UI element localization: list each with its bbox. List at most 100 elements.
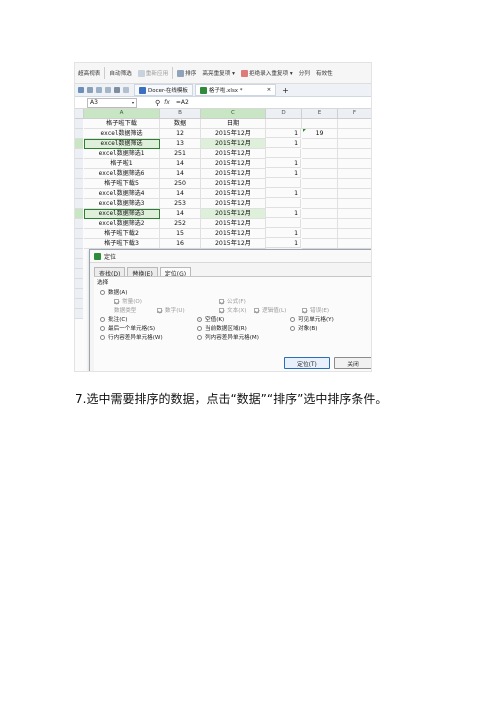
cell-a[interactable]: excel数据筛选2: [84, 219, 160, 229]
row-header[interactable]: [75, 189, 83, 199]
cell-d[interactable]: 1: [266, 139, 301, 148]
radio-object[interactable]: 对象(B): [290, 324, 317, 332]
cell-f[interactable]: [338, 179, 371, 189]
cell-e[interactable]: [302, 189, 338, 199]
row-header[interactable]: [75, 239, 83, 249]
header-cell-c[interactable]: 日期: [201, 119, 266, 129]
cell-c[interactable]: 2015年12月: [201, 209, 266, 219]
cell-a[interactable]: 格子啦下载2: [84, 229, 160, 239]
cell-b[interactable]: 16: [160, 239, 201, 249]
cell-b[interactable]: 12: [160, 129, 201, 139]
highlight-duplicates-button[interactable]: 高亮重复项 ▾: [199, 69, 238, 77]
tab-workbook[interactable]: 格子啦.xlsx * ×: [194, 84, 277, 96]
cell-e[interactable]: 19: [302, 129, 338, 139]
radio-last-cell[interactable]: 最后一个单元格(S): [100, 324, 155, 332]
copy-icon[interactable]: [105, 87, 111, 93]
column-header-f[interactable]: F: [338, 109, 371, 119]
cell-b[interactable]: 14: [160, 209, 201, 219]
check-error[interactable]: 错误(E): [302, 306, 329, 314]
row-header[interactable]: [75, 259, 83, 269]
cell-e[interactable]: [302, 179, 338, 189]
undo-icon[interactable]: [114, 87, 120, 93]
row-header[interactable]: [75, 269, 83, 279]
row-header[interactable]: [75, 249, 83, 259]
cell-c[interactable]: 2015年12月: [201, 219, 266, 229]
cell-f[interactable]: [338, 199, 371, 209]
row-header[interactable]: [75, 209, 83, 219]
row-header[interactable]: [75, 179, 83, 189]
cell-a[interactable]: 格子啦1: [84, 159, 160, 169]
sort-button[interactable]: 排序: [174, 69, 199, 77]
header-cell-a[interactable]: 格子啦下载: [84, 119, 160, 129]
print-icon[interactable]: [87, 87, 93, 93]
row-header[interactable]: [75, 279, 83, 289]
cell-c[interactable]: 2015年12月: [201, 229, 266, 239]
row-header[interactable]: [75, 219, 83, 229]
cell-f[interactable]: [338, 209, 371, 219]
cell-f[interactable]: [338, 129, 371, 139]
cell-d[interactable]: 1: [266, 239, 301, 248]
cell-d[interactable]: 1: [266, 129, 301, 138]
cell-b[interactable]: 13: [160, 139, 201, 149]
cell-d[interactable]: 1: [266, 229, 301, 238]
header-cell-b[interactable]: 数据: [160, 119, 201, 129]
radio-row-diff[interactable]: 行内容差异单元格(W): [100, 333, 163, 341]
cell-c[interactable]: 2015年12月: [201, 189, 266, 199]
cell-f[interactable]: [338, 159, 371, 169]
radio-current-region[interactable]: 当前数据区域(R): [197, 324, 247, 332]
row-header[interactable]: [75, 149, 83, 159]
column-header-a[interactable]: A: [84, 109, 160, 119]
cell-e[interactable]: [302, 149, 338, 159]
cell-a[interactable]: excel数据筛选: [84, 129, 160, 139]
cell-d[interactable]: [266, 149, 301, 158]
column-header-b[interactable]: B: [160, 109, 201, 119]
cell-d[interactable]: [266, 179, 301, 188]
cell-f[interactable]: [338, 239, 371, 249]
cell-a[interactable]: 格子啦下载5: [84, 179, 160, 189]
cell-c[interactable]: 2015年12月: [201, 239, 266, 249]
cell-e[interactable]: [302, 159, 338, 169]
auto-filter-button[interactable]: 自动筛选: [106, 69, 134, 77]
cell-e[interactable]: [302, 199, 338, 209]
cell-c[interactable]: 2015年12月: [201, 149, 266, 159]
cell-b[interactable]: 14: [160, 169, 201, 179]
zoom-icon[interactable]: ⚲: [155, 99, 160, 107]
corner-cell[interactable]: [75, 109, 84, 119]
text-to-columns-button[interactable]: 分列: [296, 69, 313, 77]
reject-duplicates-button[interactable]: 拒绝录入重复项 ▾: [238, 69, 296, 77]
radio-data[interactable]: 数据(A): [100, 288, 127, 296]
cell-b[interactable]: 250: [160, 179, 201, 189]
cell-c[interactable]: 2015年12月: [201, 199, 266, 209]
cell-a[interactable]: excel数据筛选1: [84, 149, 160, 159]
cell-e[interactable]: [302, 209, 338, 219]
row-header[interactable]: [75, 159, 83, 169]
radio-visible[interactable]: 可见单元格(Y): [290, 315, 334, 323]
save-icon[interactable]: [78, 87, 84, 93]
empty-cell[interactable]: [338, 119, 371, 129]
cell-f[interactable]: [338, 189, 371, 199]
cell-b[interactable]: 253: [160, 199, 201, 209]
check-formula[interactable]: 公式(F): [219, 297, 246, 305]
cell-d[interactable]: [266, 219, 301, 228]
cell-f[interactable]: [338, 169, 371, 179]
row-header[interactable]: [75, 289, 83, 299]
cell-b[interactable]: 251: [160, 149, 201, 159]
validation-button[interactable]: 有效性: [313, 69, 336, 77]
check-logical[interactable]: 逻辑值(L): [254, 306, 286, 314]
cell-f[interactable]: [338, 149, 371, 159]
cell-d[interactable]: 1: [266, 159, 301, 168]
row-header[interactable]: [75, 139, 83, 149]
row-header[interactable]: [75, 199, 83, 209]
cell-b[interactable]: 252: [160, 219, 201, 229]
cell-f[interactable]: [338, 139, 371, 149]
cell-d[interactable]: 1: [266, 189, 301, 198]
radio-col-diff[interactable]: 列内容差异单元格(M): [197, 333, 259, 341]
check-number[interactable]: 数字(U): [157, 306, 185, 314]
redo-icon[interactable]: [123, 87, 129, 93]
cell-d[interactable]: 1: [266, 209, 301, 218]
new-tab-icon[interactable]: +: [282, 86, 289, 95]
cell-c[interactable]: 2015年12月: [201, 159, 266, 169]
close-button[interactable]: 关闭: [334, 357, 371, 369]
cell-f[interactable]: [338, 229, 371, 239]
row-header[interactable]: [75, 299, 83, 309]
